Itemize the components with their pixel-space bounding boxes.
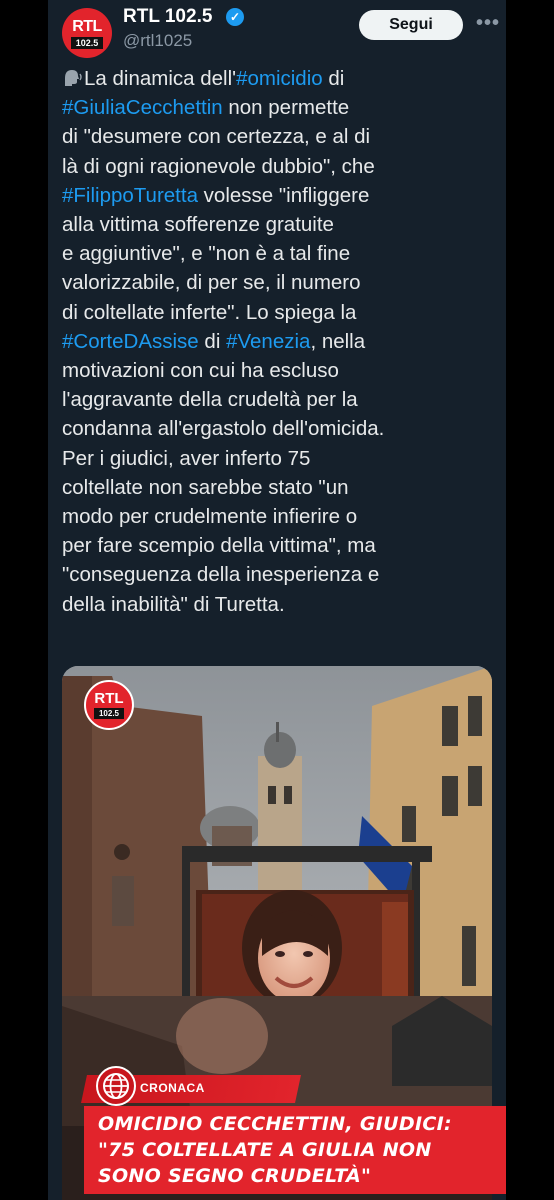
- tweet-text-segment: di "desumere con certezza, e al di: [62, 125, 371, 149]
- avatar-logo-frequency: 102.5: [71, 37, 103, 49]
- account-handle[interactable]: @rtl1025: [123, 31, 192, 51]
- speaking-head-icon: [65, 70, 82, 86]
- tweet-text-line: #GiuliaCecchettin non permette: [62, 93, 494, 122]
- tweet-text-line: motivazioni con cui ha escluso: [62, 356, 494, 385]
- tweet-text-line: coltellate non sarebbe stato "un: [62, 473, 494, 502]
- globe-icon: [96, 1066, 136, 1106]
- tweet-text-segment: di coltellate inferte". Lo spiega la: [62, 300, 357, 324]
- tweet-text-line: "conseguenza della inesperienza e: [62, 560, 494, 589]
- tweet-text-line: là di ogni ragionevole dubbio", che: [62, 152, 494, 181]
- tweet-text-segment: alla vittima sofferenze gratuite: [62, 213, 334, 237]
- headline-line: SONO SEGNO CRUDELTÀ": [98, 1165, 372, 1187]
- media-logo-text: RTL: [94, 690, 124, 707]
- tweet-text-segment: e aggiuntive", e "non è a tal fine: [62, 242, 351, 266]
- tweet-text-segment: là di ogni ragionevole dubbio", che: [62, 154, 375, 178]
- tweet-text-line: Per i giudici, aver inferto 75: [62, 444, 494, 473]
- account-display-name[interactable]: RTL 102.5: [123, 6, 212, 28]
- tweet-text-segment: volesse "infliggere: [197, 183, 370, 207]
- account-avatar[interactable]: RTL 102.5: [62, 8, 112, 58]
- headline-text: OMICIDIO CECCHETTIN, GIUDICI: "75 COLTEL…: [98, 1111, 498, 1189]
- tweet-card[interactable]: RTL 102.5 RTL 102.5 ✓ @rtl1025 Segui •••…: [48, 0, 506, 1200]
- hashtag-link[interactable]: #GiuliaCecchettin: [62, 96, 223, 119]
- headline-line: OMICIDIO CECCHETTIN, GIUDICI:: [98, 1113, 452, 1135]
- tweet-text-segment: di: [322, 67, 345, 90]
- tweet-text-line: alla vittima sofferenze gratuite: [62, 210, 494, 239]
- tweet-text-segment: l'aggravante della crudeltà per la: [62, 388, 358, 412]
- tweet-text-segment: motivazioni con cui ha escluso: [62, 359, 339, 383]
- tweet-text-segment: modo per crudelmente infierire o: [62, 505, 358, 529]
- tweet-text-line: l'aggravante della crudeltà per la: [62, 385, 494, 414]
- tweet-text-segment: di: [198, 329, 227, 353]
- left-margin: [0, 0, 48, 1200]
- hashtag-link[interactable]: #omicidio: [236, 67, 323, 90]
- tweet-text-line: di "desumere con certezza, e al di: [62, 122, 494, 151]
- tweet-text-line: La dinamica dell'#omicidio di: [62, 64, 494, 93]
- category-label: CRONACA: [140, 1081, 205, 1095]
- follow-button[interactable]: Segui: [359, 10, 463, 40]
- tweet-text-line: valorizzabile, di per se, il numero: [62, 268, 494, 297]
- tweet-text-segment: non permette: [222, 96, 350, 120]
- headline-line: "75 COLTELLATE A GIULIA NON: [98, 1139, 432, 1161]
- tweet-text-segment: per fare scempio della vittima", ma: [62, 534, 376, 558]
- tweet-text-line: #FilippoTuretta volesse "infliggere: [62, 181, 494, 210]
- media-rtl-logo: RTL 102.5: [84, 680, 134, 730]
- tweet-text-segment: della inabilità" di Turetta.: [62, 592, 285, 616]
- hashtag-link[interactable]: #CorteDAssise: [62, 330, 199, 353]
- tweet-text-segment: coltellate non sarebbe stato "un: [62, 475, 349, 499]
- media-logo-frequency: 102.5: [94, 708, 124, 719]
- tweet-text-segment: , nella: [310, 329, 366, 353]
- tweet-text: La dinamica dell'#omicidio di #GiuliaCecc…: [62, 64, 494, 619]
- avatar-logo-text: RTL: [72, 18, 102, 35]
- tweet-text-segment: valorizzabile, di per se, il numero: [62, 271, 361, 295]
- verified-badge-icon: ✓: [226, 8, 244, 26]
- more-options-icon[interactable]: •••: [476, 12, 500, 35]
- tweet-text-line: della inabilità" di Turetta.: [62, 590, 494, 619]
- tweet-text-line: modo per crudelmente infierire o: [62, 502, 494, 531]
- tweet-text-line: condanna all'ergastolo dell'omicida.: [62, 414, 494, 443]
- tweet-text-line: di coltellate inferte". Lo spiega la: [62, 298, 494, 327]
- hashtag-link[interactable]: #FilippoTuretta: [62, 184, 198, 207]
- hashtag-link[interactable]: #Venezia: [226, 330, 310, 353]
- tweet-text-line: per fare scempio della vittima", ma: [62, 531, 494, 560]
- tweet-text-line: e aggiuntive", e "non è a tal fine: [62, 239, 494, 268]
- tweet-text-segment: condanna all'ergastolo dell'omicida.: [62, 417, 385, 441]
- tweet-text-segment: Per i giudici, aver inferto 75: [62, 446, 311, 470]
- tweet-text-segment: La dinamica dell': [84, 67, 237, 90]
- tweet-text-segment: "conseguenza della inesperienza e: [62, 563, 380, 587]
- right-margin: [506, 0, 554, 1200]
- tweet-text-line: #CorteDAssise di #Venezia, nella: [62, 327, 494, 356]
